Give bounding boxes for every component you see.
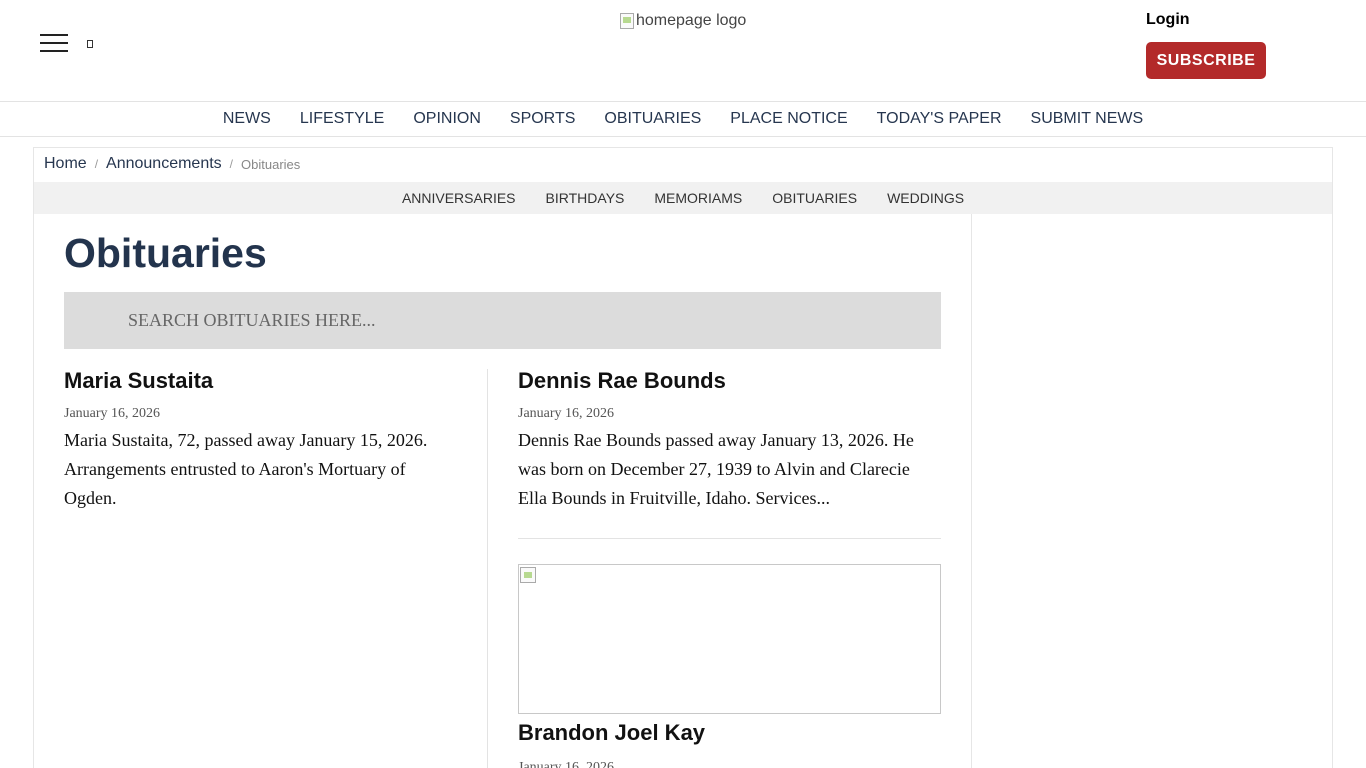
subnav-item-anniversaries[interactable]: ANNIVERSARIES [402, 190, 516, 206]
column-divider [487, 369, 488, 768]
subnav-item-obituaries[interactable]: OBITUARIES [772, 190, 857, 206]
obituary-search-input[interactable] [64, 292, 941, 349]
breadcrumb-announcements[interactable]: Announcements [106, 155, 222, 173]
obituary-card: Maria Sustaita January 16, 2026 Maria Su… [64, 368, 444, 513]
nav-item-sports[interactable]: SPORTS [510, 110, 576, 128]
hamburger-menu-icon[interactable] [40, 34, 68, 52]
search-icon[interactable] [86, 38, 96, 51]
obituary-date: January 16, 2026 [518, 406, 615, 421]
homepage-logo[interactable]: homepage logo [620, 12, 746, 30]
nav-item-place-notice[interactable]: PLACE NOTICE [730, 110, 847, 128]
nav-item-obituaries[interactable]: OBITUARIES [604, 110, 701, 128]
breadcrumb-home[interactable]: Home [44, 155, 87, 173]
nav-item-news[interactable]: NEWS [223, 110, 271, 128]
obituary-name[interactable]: Maria Sustaita [64, 368, 444, 394]
breadcrumb-current: Obituaries [241, 156, 301, 172]
page-title: Obituaries [64, 230, 267, 276]
obituary-excerpt: Dennis Rae Bounds passed away January 13… [518, 430, 914, 508]
subnav-item-weddings[interactable]: WEDDINGS [887, 190, 964, 206]
nav-item-todays-paper[interactable]: TODAY'S PAPER [877, 110, 1002, 128]
announcements-subnav: ANNIVERSARIES BIRTHDAYS MEMORIAMS OBITUA… [34, 182, 1332, 214]
obituary-name[interactable]: Dennis Rae Bounds [518, 368, 941, 394]
subnav-item-memoriams[interactable]: MEMORIAMS [654, 190, 742, 206]
main-nav: NEWS LIFESTYLE OPINION SPORTS OBITUARIES… [0, 101, 1366, 137]
obituary-excerpt: Maria Sustaita, 72, passed away January … [64, 430, 428, 508]
breadcrumb-separator: / [229, 157, 234, 171]
obituary-photo[interactable] [518, 564, 941, 714]
nav-item-submit-news[interactable]: SUBMIT NEWS [1031, 110, 1144, 128]
broken-image-icon [520, 567, 536, 583]
site-header: homepage logo Login SUBSCRIBE [0, 0, 1366, 101]
obituary-date: January 16, 2026 [518, 760, 615, 768]
nav-item-opinion[interactable]: OPINION [413, 110, 481, 128]
obituary-card: Brandon Joel Kay January 16, 2026 [518, 720, 941, 768]
nav-item-lifestyle[interactable]: LIFESTYLE [300, 110, 384, 128]
breadcrumb: Home / Announcements / Obituaries [44, 155, 300, 173]
logo-alt-text: homepage logo [636, 12, 747, 29]
broken-image-icon [620, 13, 634, 29]
obituary-search-bar [64, 292, 941, 349]
obituary-card: Dennis Rae Bounds January 16, 2026 Denni… [518, 368, 941, 513]
obituary-name[interactable]: Brandon Joel Kay [518, 720, 941, 746]
subscribe-button[interactable]: SUBSCRIBE [1146, 42, 1266, 79]
sidebar-divider [971, 214, 972, 768]
card-divider [518, 538, 941, 539]
breadcrumb-separator: / [94, 157, 99, 171]
login-link[interactable]: Login [1146, 11, 1190, 29]
subnav-item-birthdays[interactable]: BIRTHDAYS [546, 190, 625, 206]
content-container: Home / Announcements / Obituaries ANNIVE… [33, 147, 1333, 768]
obituary-date: January 16, 2026 [64, 406, 161, 421]
